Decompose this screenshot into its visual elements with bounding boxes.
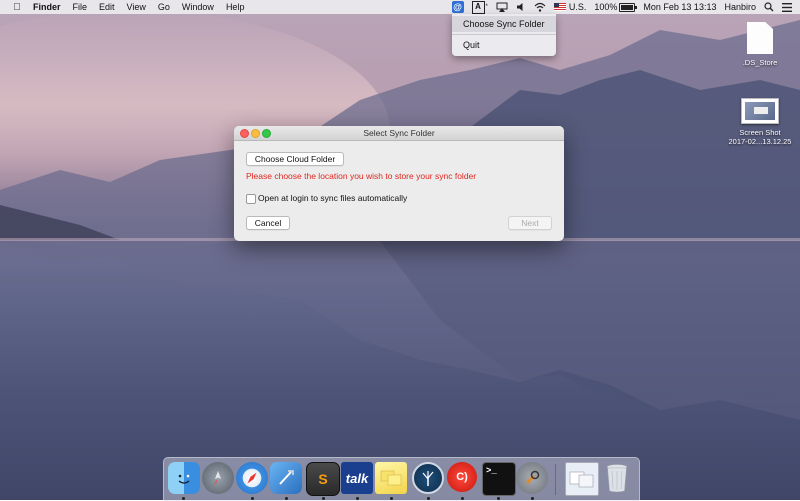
launchpad-icon[interactable]	[202, 462, 234, 494]
sync-status-menu: Choose Sync Folder Quit	[452, 14, 556, 56]
clock[interactable]: Mon Feb 13 13:13	[643, 2, 716, 12]
talk-icon[interactable]: talk	[341, 462, 373, 494]
zoom-window-button[interactable]	[262, 129, 271, 138]
stickies-icon[interactable]	[375, 462, 407, 494]
user-name[interactable]: Hanbiro	[724, 2, 756, 12]
menu-item-quit[interactable]: Quit	[452, 37, 556, 53]
desktop-file-label: .DS_Store	[742, 58, 778, 67]
safari-icon[interactable]	[236, 462, 268, 494]
battery-status[interactable]: 100%	[594, 2, 638, 12]
desktop-file-label: Screen Shot	[739, 128, 781, 137]
airplay-icon[interactable]	[496, 2, 508, 12]
location-warning-text: Please choose the location you wish to s…	[246, 171, 477, 181]
apple-menu-icon[interactable]: 	[10, 2, 24, 13]
choose-cloud-folder-button[interactable]: Choose Cloud Folder	[246, 152, 344, 166]
dock-separator	[555, 464, 556, 495]
wallpaper-landscape	[0, 10, 800, 420]
wifi-icon[interactable]	[534, 2, 546, 12]
sublime-text-icon[interactable]: S	[306, 462, 340, 496]
menu-go[interactable]: Go	[158, 2, 170, 12]
menu-view[interactable]: View	[127, 2, 146, 12]
adobe-icon[interactable]: A *	[471, 0, 488, 14]
menu-edit[interactable]: Edit	[99, 2, 115, 12]
us-flag-icon	[553, 3, 566, 11]
open-at-login-checkbox[interactable]	[246, 194, 256, 204]
desktop-file-ds-store[interactable]: .DS_Store	[738, 22, 782, 67]
menu-separator	[452, 34, 556, 35]
battery-icon	[619, 2, 638, 12]
desktop-file-screenshot[interactable]: Screen Shot 2017-02...13.12.25	[722, 98, 798, 146]
spotlight-search-icon[interactable]	[764, 2, 774, 12]
menu-app-finder[interactable]: Finder	[33, 2, 61, 12]
status-area: @ A * U.S. 100% Mon Feb 13 13:13 Hanbiro	[451, 0, 800, 14]
menu-window[interactable]: Window	[182, 2, 214, 12]
xcode-icon[interactable]	[270, 462, 302, 494]
next-button[interactable]: Next	[508, 216, 552, 230]
folder-stack-icon[interactable]	[565, 462, 599, 496]
menu-item-choose-sync-folder[interactable]: Choose Sync Folder	[452, 16, 556, 32]
finder-icon[interactable]	[168, 462, 200, 494]
menu-bar:  Finder File Edit View Go Window Help @…	[0, 0, 800, 14]
input-source[interactable]: U.S.	[553, 2, 586, 12]
select-sync-folder-dialog: Select Sync Folder Choose Cloud Folder P…	[234, 126, 564, 241]
cloud-app-icon[interactable]: C)	[447, 462, 477, 492]
system-preferences-icon[interactable]	[516, 462, 548, 494]
desktop-file-label-line2: 2017-02...13.12.25	[728, 137, 792, 146]
screenshot-thumbnail-icon	[741, 98, 779, 124]
volume-icon[interactable]	[516, 2, 526, 12]
cancel-button[interactable]: Cancel	[246, 216, 290, 230]
menu-help[interactable]: Help	[226, 2, 245, 12]
minimize-window-button[interactable]	[251, 129, 260, 138]
sourcetree-icon[interactable]	[412, 462, 444, 494]
document-icon	[747, 22, 773, 54]
dialog-titlebar[interactable]: Select Sync Folder	[234, 126, 564, 141]
dialog-title: Select Sync Folder	[363, 128, 435, 138]
open-at-login-label[interactable]: Open at login to sync files automaticall…	[258, 193, 407, 203]
close-window-button[interactable]	[240, 129, 249, 138]
trash-icon[interactable]	[601, 462, 633, 494]
desktop-wallpaper	[0, 0, 800, 500]
notification-center-icon[interactable]	[782, 2, 792, 12]
dock: S talk C) >_	[163, 457, 640, 501]
sync-status-icon[interactable]: @	[451, 1, 464, 13]
menu-file[interactable]: File	[73, 2, 88, 12]
terminal-icon[interactable]: >_	[482, 462, 516, 496]
